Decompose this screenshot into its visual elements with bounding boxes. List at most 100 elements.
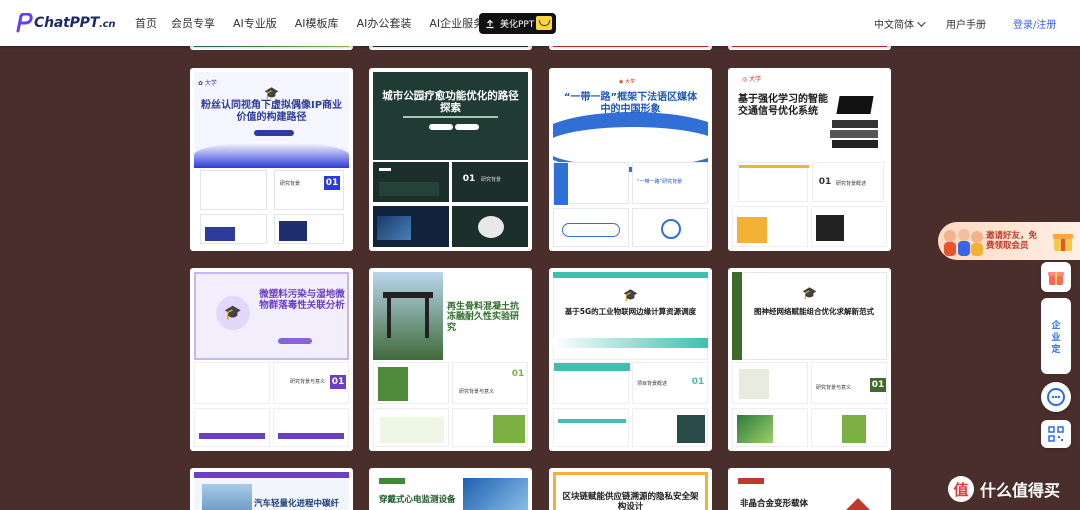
- logo-p-icon: [15, 12, 33, 33]
- cover-button: [278, 338, 312, 344]
- wave-decor: [553, 338, 708, 348]
- wave-decor: [553, 127, 708, 167]
- content-slide: [452, 408, 528, 447]
- template-thumbnail: 🎓 微塑料污染与湿地微物群落毒性关联分析 研究背景与意义 01: [194, 272, 349, 447]
- chevron-down-icon: [917, 17, 926, 27]
- graduation-cap-icon: 🎓: [264, 86, 279, 100]
- smile-sticker-icon: [536, 16, 552, 30]
- template-card[interactable]: 穿戴式心电监测设备: [369, 468, 532, 510]
- section-title: 研究背景概述: [836, 181, 867, 187]
- nav-home[interactable]: 首页: [135, 15, 157, 31]
- top-accent: [194, 472, 349, 478]
- template-thumbnail: 汽车轻量化进程中碳纤: [194, 472, 349, 510]
- template-card[interactable]: 汽车轻量化进程中碳纤: [190, 468, 353, 510]
- top-accent: [553, 272, 708, 278]
- gift-button[interactable]: [1041, 262, 1071, 292]
- side-accent: [732, 272, 742, 360]
- cover-photo: [202, 484, 252, 510]
- card-title: 粉丝认同视角下虚拟偶像IP商业价值的构建路径: [200, 100, 343, 123]
- language-label: 中文简体: [874, 20, 914, 31]
- gift-icon: [1053, 234, 1073, 251]
- invite-line-1: 邀请好友，免: [986, 231, 1038, 241]
- card-title: 穿戴式心电监测设备: [379, 495, 456, 505]
- template-card[interactable]: 区块链赋能供应链溯源的隐私安全架构设计: [549, 468, 712, 510]
- graduation-cap-icon: 🎓: [802, 286, 817, 300]
- cover-photo: [463, 478, 528, 510]
- section-number: 01: [870, 378, 886, 392]
- template-thumbnail: 非晶合金变形载体: [732, 472, 887, 510]
- cover-button: [254, 130, 294, 136]
- template-card[interactable]: ◎ 大学 基于强化学习的智能交通信号优化系统 01 研究背景概述: [728, 68, 891, 251]
- enterprise-char-3: 定: [1051, 345, 1061, 355]
- nav-ai-pro[interactable]: AI专业版: [233, 15, 277, 31]
- school-logo: ✿ 大学: [198, 80, 217, 87]
- content-slide: [452, 206, 528, 247]
- customer-service-button[interactable]: [1041, 382, 1071, 412]
- template-thumbnail: 区块链赋能供应链溯源的隐私安全架构设计: [553, 472, 708, 510]
- invite-text: 邀请好友，免 费领取会员: [986, 231, 1037, 251]
- content-slide: [274, 214, 344, 244]
- content-slide: [373, 408, 449, 447]
- user-manual-link[interactable]: 用户手册: [946, 16, 986, 31]
- books-illustration: [828, 90, 882, 154]
- toc-slide: [200, 170, 267, 210]
- card-title: 汽车轻量化进程中碳纤: [254, 499, 340, 509]
- section-title: 研究背景: [481, 177, 502, 183]
- template-card[interactable]: 🎓 图神经网络赋能组合优化求解新范式 研究背景与意义 01: [728, 268, 891, 451]
- school-logo: [738, 478, 764, 484]
- section-number: 01: [511, 369, 525, 379]
- qr-code-icon: [1048, 426, 1064, 442]
- graduation-cap-icon: 🎓: [623, 288, 638, 302]
- content-slide: [632, 208, 708, 247]
- template-thumbnail: ◎ 大学 基于强化学习的智能交通信号优化系统 01 研究背景概述: [732, 72, 887, 247]
- section-title: 研究背景: [280, 181, 301, 187]
- card-title: “一带一路”框架下法语区媒体中的中国形象: [563, 92, 698, 115]
- content-slide: [273, 408, 349, 447]
- card-title: 基于5G的工业物联网边缘计算资源调度: [564, 307, 697, 316]
- toc-slide: [373, 362, 449, 404]
- template-card[interactable]: 🎓 基于5G的工业物联网边缘计算资源调度 项目背景概述 01: [549, 268, 712, 451]
- section-title: 项目背景概述: [637, 381, 668, 387]
- qr-code-button[interactable]: [1041, 420, 1071, 448]
- chat-bubble-icon: [1047, 388, 1065, 406]
- graduation-cap-icon: 🎓: [216, 296, 250, 330]
- nav-ai-enterprise[interactable]: AI企业服务: [429, 15, 484, 31]
- content-slide: [732, 408, 808, 447]
- chatppt-logo[interactable]: ChatPPT.cn: [15, 11, 116, 35]
- template-thumbnail: ✿ 大学 🎓 粉丝认同视角下虚拟偶像IP商业价值的构建路径 研究背景 01: [194, 72, 349, 247]
- school-logo: [379, 478, 405, 484]
- template-card[interactable]: ✿ 大学 🎓 粉丝认同视角下虚拟偶像IP商业价值的构建路径 研究背景 01: [190, 68, 353, 251]
- zhi-badge-icon: 值: [948, 476, 974, 502]
- template-card[interactable]: 再生骨料混凝土抗冻融耐久性实验研究 01 研究背景与意义: [369, 268, 532, 451]
- content-slide: [200, 214, 267, 244]
- template-card[interactable]: 🎓 微塑料污染与湿地微物群落毒性关联分析 研究背景与意义 01: [190, 268, 353, 451]
- card-title: 基于强化学习的智能交通信号优化系统: [738, 94, 828, 117]
- people-illustration-icon: [944, 229, 983, 256]
- section-number: 01: [691, 377, 705, 387]
- card-title: 非晶合金变形载体: [740, 499, 809, 509]
- top-navigation-bar: ChatPPT.cn 首页 会员专享 AI专业版 AI模板库 AI办公套装 AI…: [0, 0, 1080, 46]
- toc-slide: [553, 162, 629, 205]
- subtitle-line: [403, 116, 498, 118]
- invite-friends-banner[interactable]: 邀请好友，免 费领取会员: [938, 222, 1080, 260]
- gift-box-icon: [1048, 272, 1064, 285]
- school-logo: ◉ 大学: [619, 79, 635, 85]
- beautify-ppt-button[interactable]: 美化PPT: [479, 13, 556, 34]
- template-card[interactable]: 非晶合金变形载体: [728, 468, 891, 510]
- enterprise-custom-button[interactable]: 企 业 定: [1041, 298, 1071, 374]
- wave-decor: [194, 142, 349, 168]
- nav-member[interactable]: 会员专享: [171, 15, 215, 31]
- section-title: 研究背景与意义: [290, 379, 326, 385]
- nav-ai-office[interactable]: AI办公套装: [357, 15, 412, 31]
- content-slide: [811, 206, 887, 247]
- content-slide: [632, 408, 708, 447]
- content-slide: [732, 206, 808, 247]
- nav-ai-templates[interactable]: AI模板库: [295, 15, 339, 31]
- card-title: 图神经网络赋能组合优化求解新范式: [754, 307, 874, 316]
- template-card[interactable]: ◉ 大学 “一带一路”框架下法语区媒体中的中国形象 “一带一路”研究背景: [549, 68, 712, 251]
- section-number: 01: [330, 375, 346, 389]
- invite-line-2: 费领取会员: [986, 241, 1029, 252]
- language-select[interactable]: 中文简体: [874, 16, 926, 31]
- login-register-link[interactable]: 登录/注册: [1013, 16, 1056, 31]
- template-card[interactable]: 城市公园疗愈功能优化的路径探索 01 研究背景: [369, 68, 532, 251]
